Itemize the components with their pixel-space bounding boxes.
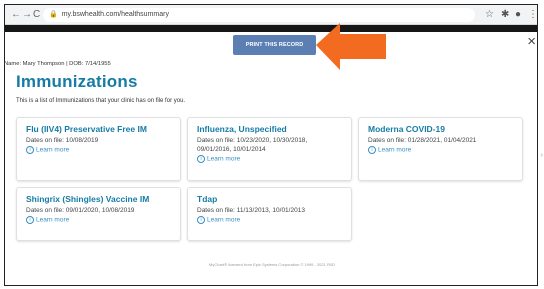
learn-more-label: Learn more <box>378 146 412 154</box>
profile-icon[interactable]: ● <box>515 8 521 22</box>
learn-more-label: Learn more <box>36 216 70 224</box>
reload-icon[interactable]: C <box>33 9 40 21</box>
learn-more-link[interactable]: i Learn more <box>197 216 342 224</box>
learn-more-label: Learn more <box>207 155 241 163</box>
learn-more-link[interactable]: i Learn more <box>26 216 171 224</box>
menu-icon[interactable]: ⋮ <box>528 8 537 22</box>
immunization-name[interactable]: Influenza, Unspecified <box>197 124 342 134</box>
forward-icon[interactable]: → <box>22 9 32 21</box>
immunization-card-flu: Flu (IIV4) Preservative Free IM Dates on… <box>16 117 181 181</box>
address-bar[interactable]: 🔒 my.bswhealth.com/healthsummary <box>43 8 475 22</box>
scroll-indicator-icon[interactable]: › <box>541 152 543 159</box>
immunization-dates: Dates on file: 11/13/2013, 10/01/2013 <box>197 207 305 214</box>
page-title: Immunizations <box>16 72 138 91</box>
learn-more-label: Learn more <box>207 216 241 224</box>
star-icon[interactable]: ☆ <box>485 8 494 22</box>
arrow-pointer-icon <box>316 23 386 70</box>
lock-icon: 🔒 <box>49 11 58 18</box>
info-icon: i <box>197 155 205 163</box>
immunization-name[interactable]: Tdap <box>197 194 342 204</box>
patient-info: Name: Mary Thompson | DOB: 7/14/1955 <box>4 61 111 67</box>
immunization-card-influenza: Influenza, Unspecified Dates on file: 10… <box>187 117 352 181</box>
immunization-name[interactable]: Flu (IIV4) Preservative Free IM <box>26 124 171 134</box>
intro-text: This is a list of Immunizations that you… <box>16 98 186 104</box>
info-icon: i <box>197 216 205 224</box>
close-icon[interactable]: × <box>527 34 536 49</box>
footer-copyright: MyChart® licensed from Epic Systems Corp… <box>209 262 335 267</box>
learn-more-label: Learn more <box>36 146 70 154</box>
immunization-dates: Dates on file: 01/28/2021, 01/04/2021 <box>368 137 477 144</box>
learn-more-link[interactable]: i Learn more <box>368 146 513 154</box>
url-text: my.bswhealth.com/healthsummary <box>61 11 169 18</box>
info-icon: i <box>26 216 34 224</box>
immunization-card-tdap: Tdap Dates on file: 11/13/2013, 10/01/20… <box>187 187 352 241</box>
info-icon: i <box>368 146 376 154</box>
immunization-name[interactable]: Shingrix (Shingles) Vaccine IM <box>26 194 171 204</box>
immunization-dates: Dates on file: 10/23/2020, 10/30/2018, 0… <box>197 137 308 153</box>
immunization-dates: Dates on file: 10/08/2019 <box>26 137 99 144</box>
print-record-button[interactable]: PRINT THIS RECORD <box>233 35 316 55</box>
header-bar <box>5 25 537 32</box>
learn-more-link[interactable]: i Learn more <box>197 155 342 163</box>
immunization-card-covid: Moderna COVID-19 Dates on file: 01/28/20… <box>358 117 523 181</box>
immunization-card-shingrix: Shingrix (Shingles) Vaccine IM Dates on … <box>16 187 181 241</box>
immunization-name[interactable]: Moderna COVID-19 <box>368 124 513 134</box>
info-icon: i <box>26 146 34 154</box>
extensions-icon[interactable]: ✱ <box>501 8 509 22</box>
immunization-dates: Dates on file: 09/01/2020, 10/08/2019 <box>26 207 135 214</box>
back-icon[interactable]: ← <box>11 9 21 21</box>
browser-toolbar: ← → C 🔒 my.bswhealth.com/healthsummary ☆ … <box>5 5 537 25</box>
learn-more-link[interactable]: i Learn more <box>26 146 171 154</box>
